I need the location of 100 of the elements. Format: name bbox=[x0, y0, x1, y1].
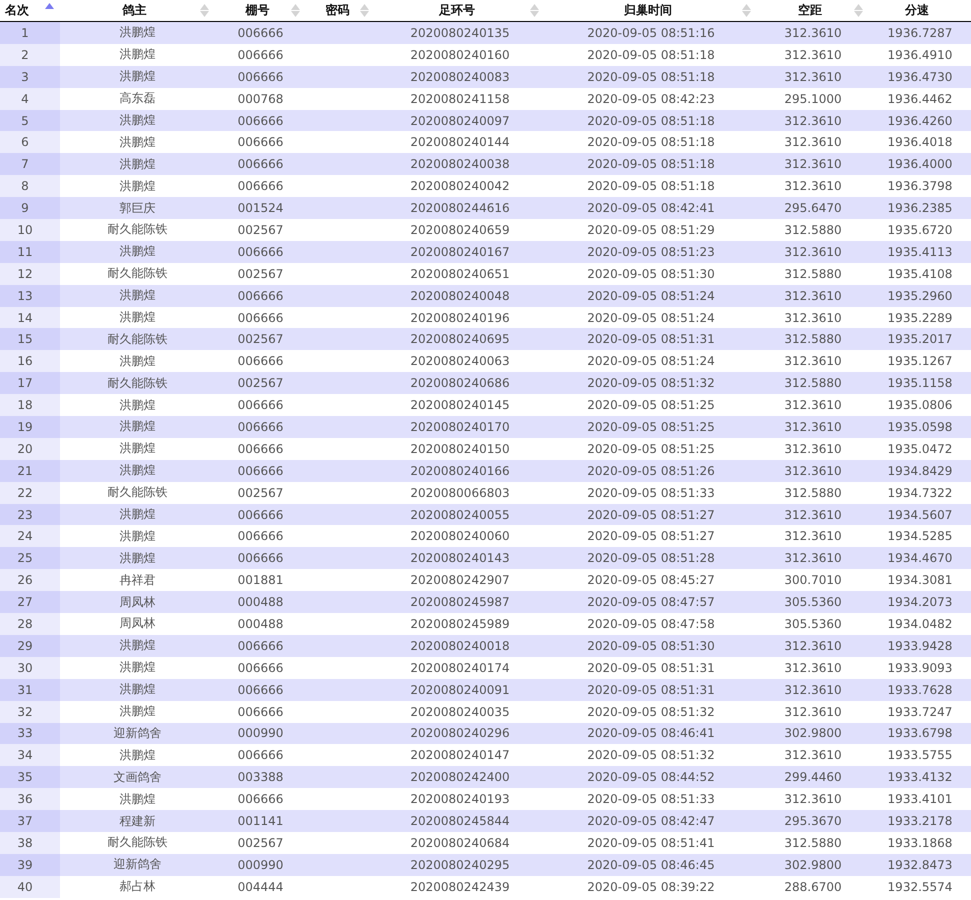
table-cell: 006666 bbox=[238, 26, 284, 40]
table-cell: 2020-09-05 08:51:16 bbox=[587, 26, 715, 40]
table-cell: 2020080240174 bbox=[410, 660, 510, 675]
table-cell: 1935.6720 bbox=[888, 222, 952, 237]
table-cell: 2020080240150 bbox=[410, 442, 510, 456]
table-cell: 2020080240055 bbox=[410, 508, 510, 522]
table-cell: 洪鹏煌 bbox=[120, 134, 156, 151]
table-cell: 300.7010 bbox=[784, 573, 842, 588]
table-cell: 2020080245989 bbox=[410, 616, 510, 631]
table-cell: 312.5880 bbox=[784, 332, 842, 346]
table-cell: 郝占林 bbox=[120, 878, 156, 896]
table-cell: 2020-09-05 08:45:27 bbox=[587, 573, 715, 588]
table-cell: 耐久能陈铁 bbox=[108, 330, 168, 348]
table-cell: 2020080240063 bbox=[410, 354, 510, 368]
table-cell: 006666 bbox=[238, 792, 284, 806]
table-cell: 312.3610 bbox=[784, 157, 842, 172]
table-cell: 312.3610 bbox=[784, 529, 842, 544]
table-cell: 2020080240296 bbox=[410, 726, 510, 740]
table-cell: 1933.5755 bbox=[888, 748, 952, 762]
table-cell: 2020-09-05 08:51:18 bbox=[587, 135, 715, 150]
table-cell: 002567 bbox=[238, 266, 284, 281]
table-cell: 2020-09-05 08:44:52 bbox=[587, 770, 715, 784]
column-header[interactable]: 鸽主 bbox=[122, 2, 146, 19]
table-cell: 洪鹏煌 bbox=[120, 24, 156, 42]
sort-icon[interactable] bbox=[530, 4, 539, 17]
table-cell: 312.3610 bbox=[784, 660, 842, 675]
table-cell: 洪鹏煌 bbox=[120, 550, 156, 567]
table-cell: 2020080240035 bbox=[410, 704, 510, 719]
table-cell: 2020080240143 bbox=[410, 551, 510, 566]
table-cell: 2020-09-05 08:47:58 bbox=[587, 616, 715, 631]
table-cell: 2020-09-05 08:51:18 bbox=[587, 70, 715, 84]
table-cell: 洪鹏煌 bbox=[120, 287, 156, 304]
table-cell: 耐久能陈铁 bbox=[108, 221, 168, 238]
column-header[interactable]: 密码 bbox=[326, 2, 350, 19]
table-cell: 2020-09-05 08:51:28 bbox=[587, 551, 715, 566]
column-header[interactable]: 归巢时间 bbox=[624, 2, 672, 19]
table-cell: 006666 bbox=[238, 638, 284, 653]
rank-cell: 35 bbox=[0, 766, 60, 788]
sort-icon[interactable] bbox=[200, 4, 209, 17]
sort-icon[interactable] bbox=[854, 4, 863, 17]
table-cell: 006666 bbox=[238, 464, 284, 478]
rank-cell: 12 bbox=[0, 262, 60, 285]
table-cell: 1932.8473 bbox=[888, 858, 952, 872]
table-cell: 耐久能陈铁 bbox=[108, 834, 168, 852]
table-cell: 002567 bbox=[238, 376, 284, 390]
table-cell: 洪鹏煌 bbox=[120, 309, 156, 326]
rank-cell: 37 bbox=[0, 810, 60, 832]
table-cell: 1935.2289 bbox=[888, 310, 952, 325]
table-cell: 2020-09-05 08:51:32 bbox=[587, 748, 715, 762]
table-cell: 2020080240097 bbox=[410, 114, 510, 128]
column-header[interactable]: 足环号 bbox=[439, 2, 475, 19]
table-cell: 2020080240060 bbox=[410, 529, 510, 544]
table-cell: 312.3610 bbox=[784, 48, 842, 62]
rank-cell: 11 bbox=[0, 240, 60, 263]
table-cell: 1935.0806 bbox=[888, 398, 952, 412]
table-cell: 288.6700 bbox=[784, 880, 842, 894]
sort-ascending-icon[interactable] bbox=[45, 3, 54, 9]
table-cell: 2020080245844 bbox=[410, 814, 510, 828]
rank-cell: 10 bbox=[0, 219, 60, 241]
table-cell: 迎新鸽舍 bbox=[114, 724, 162, 742]
table-cell: 001881 bbox=[238, 573, 284, 588]
table-cell: 006666 bbox=[238, 682, 284, 697]
rank-cell: 20 bbox=[0, 438, 60, 460]
table-cell: 006666 bbox=[238, 70, 284, 84]
table-cell: 006666 bbox=[238, 135, 284, 150]
table-cell: 洪鹏煌 bbox=[120, 746, 156, 764]
table-cell: 1935.4108 bbox=[888, 266, 952, 281]
table-cell: 006666 bbox=[238, 244, 284, 259]
rank-cell: 23 bbox=[0, 504, 60, 526]
sort-icon[interactable] bbox=[291, 4, 300, 17]
table-cell: 1936.2385 bbox=[888, 201, 952, 216]
table-cell: 295.1000 bbox=[784, 92, 842, 106]
table-cell: 1935.2017 bbox=[888, 332, 952, 346]
rank-cell: 3 bbox=[0, 66, 60, 88]
table-cell: 1934.7322 bbox=[888, 486, 952, 500]
column-header[interactable]: 棚号 bbox=[246, 2, 270, 19]
table-cell: 2020-09-05 08:46:41 bbox=[587, 726, 715, 740]
table-cell: 2020-09-05 08:51:24 bbox=[587, 310, 715, 325]
column-header[interactable]: 名次 bbox=[5, 2, 29, 19]
sort-icon[interactable] bbox=[360, 4, 369, 17]
table-cell: 耐久能陈铁 bbox=[108, 374, 168, 392]
table-cell: 2020080240042 bbox=[410, 179, 510, 194]
column-header[interactable]: 空距 bbox=[798, 2, 822, 19]
table-cell: 2020-09-05 08:46:45 bbox=[587, 858, 715, 872]
rank-cell: 22 bbox=[0, 482, 60, 504]
table-cell: 2020080240160 bbox=[410, 48, 510, 62]
table-cell: 洪鹏煌 bbox=[120, 637, 156, 654]
table-cell: 洪鹏煌 bbox=[120, 528, 156, 545]
table-cell: 1934.2073 bbox=[888, 595, 952, 610]
table-cell: 312.3610 bbox=[784, 70, 842, 84]
sort-icon[interactable] bbox=[742, 4, 751, 17]
table-cell: 2020-09-05 08:51:31 bbox=[587, 660, 715, 675]
table-cell: 2020080240193 bbox=[410, 792, 510, 806]
table-cell: 2020-09-05 08:51:30 bbox=[587, 266, 715, 281]
table-cell: 2020-09-05 08:39:22 bbox=[587, 880, 715, 894]
column-header[interactable]: 分速 bbox=[905, 2, 929, 19]
table-cell: 2020080242439 bbox=[410, 880, 510, 894]
table-cell: 1933.1868 bbox=[888, 836, 952, 850]
table-cell: 1936.4730 bbox=[888, 70, 952, 84]
table-cell: 000990 bbox=[238, 858, 284, 872]
